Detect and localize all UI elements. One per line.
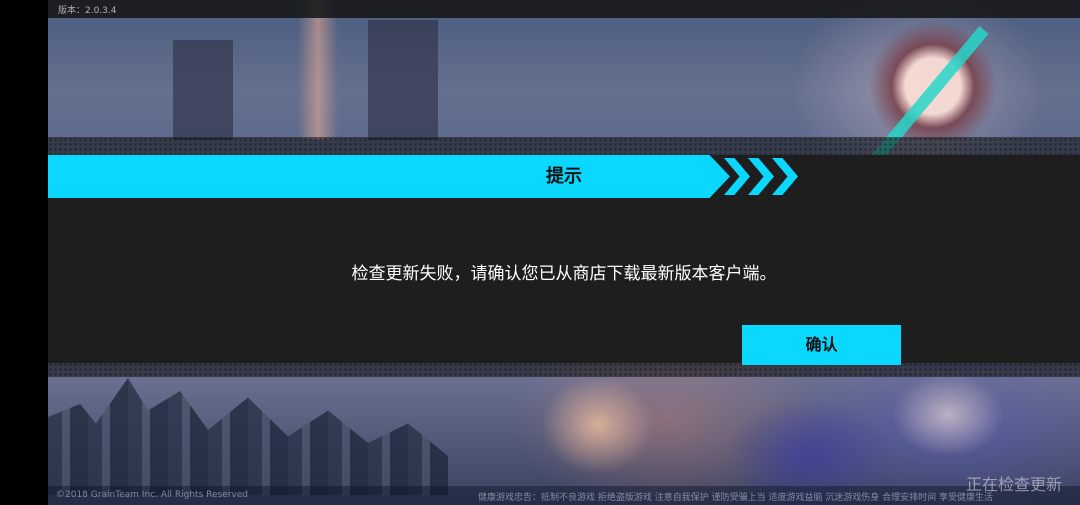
update-status-text: 正在检查更新 <box>965 475 1062 494</box>
character-illustration-bottom <box>528 365 1008 505</box>
health-notice-text: 健康游戏忠告：抵制不良游戏 拒绝盗版游戏 注意自我保护 谨防受骗上当 适度游戏益… <box>478 493 994 503</box>
dialog-title: 提示 <box>546 166 582 187</box>
left-black-bar <box>0 0 48 505</box>
city-skyline <box>48 378 448 495</box>
top-bar: 版本：2.0.3.4 <box>48 0 1080 18</box>
confirm-button[interactable]: 确认 <box>742 325 901 365</box>
copyright-text: ©2018 GrainTeam Inc. All Rights Reserved <box>56 490 248 500</box>
update-dialog: 提示 检查更新失败，请确认您已从商店下载最新版本客户端。 确认 <box>48 155 1080 365</box>
background-tower <box>173 40 233 140</box>
footer-strip: ©2018 GrainTeam Inc. All Rights Reserved… <box>48 486 1080 505</box>
version-label: 版本：2.0.3.4 <box>58 6 117 16</box>
light-beam <box>298 0 338 140</box>
dialog-message: 检查更新失败，请确认您已从商店下载最新版本客户端。 <box>351 264 777 284</box>
background-tower <box>368 20 438 140</box>
